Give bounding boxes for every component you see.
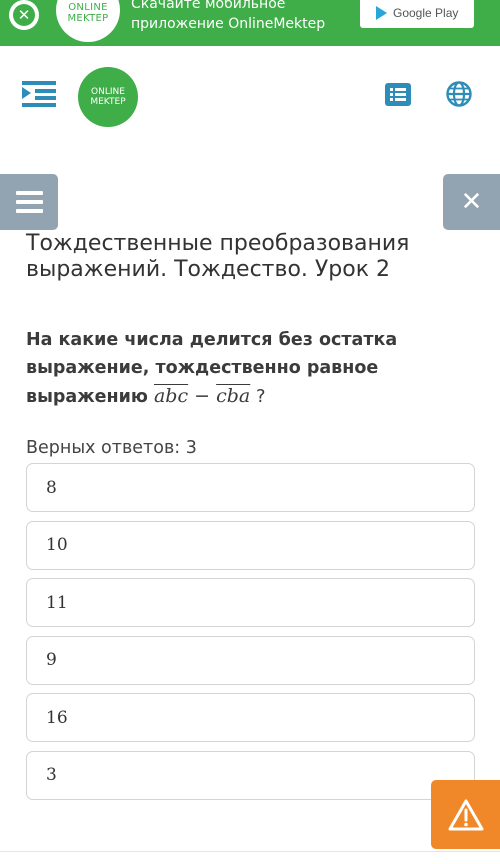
banner-logo-line2: MEKTEP bbox=[67, 13, 109, 24]
banner-logo-line1: ONLINE bbox=[68, 2, 108, 13]
globe-icon[interactable] bbox=[446, 81, 472, 107]
answer-option[interactable]: 9 bbox=[26, 635, 475, 685]
close-icon: ✕ bbox=[460, 187, 483, 217]
banner-text: Скачайте мобильное приложение OnlineMekt… bbox=[131, 0, 325, 34]
google-play-button[interactable]: Google Play bbox=[360, 0, 474, 28]
answer-options: 8 10 11 9 16 3 bbox=[26, 463, 475, 809]
lesson-menu-button[interactable] bbox=[0, 174, 58, 230]
answer-option[interactable]: 3 bbox=[26, 750, 475, 800]
bottom-divider bbox=[0, 851, 500, 852]
banner-text-line2: приложение OnlineMektep bbox=[131, 16, 326, 32]
answer-option-label: 11 bbox=[46, 592, 68, 613]
expr-cba: cba bbox=[216, 385, 251, 407]
answer-option-label: 3 bbox=[46, 765, 57, 786]
answer-option-label: 16 bbox=[46, 707, 68, 728]
list-icon[interactable] bbox=[385, 83, 411, 106]
answer-option-label: 9 bbox=[46, 650, 57, 671]
warning-icon bbox=[448, 799, 483, 830]
site-header: ONLINE MEKTEP bbox=[0, 46, 500, 146]
lesson-title: Тождественные преобразования выражений. … bbox=[26, 231, 410, 282]
answer-option-label: 8 bbox=[46, 477, 57, 498]
close-lesson-button[interactable]: ✕ bbox=[443, 174, 500, 230]
app-download-banner: ✕ ONLINE MEKTEP Скачайте мобильное прило… bbox=[0, 0, 500, 46]
site-logo[interactable]: ONLINE MEKTEP bbox=[78, 67, 138, 127]
question-mark: ? bbox=[250, 386, 266, 407]
answer-option[interactable]: 10 bbox=[26, 520, 475, 570]
banner-text-line1: Скачайте мобильное bbox=[131, 0, 286, 12]
question-expression: abc − cba bbox=[154, 385, 250, 407]
expr-abc: abc bbox=[153, 385, 189, 407]
expr-minus: − bbox=[188, 385, 217, 407]
answer-option[interactable]: 11 bbox=[26, 578, 475, 628]
answer-option[interactable]: 8 bbox=[26, 463, 475, 512]
logo-line2: MEKTEP bbox=[90, 97, 126, 107]
question-text: На какие числа делится без остатка выраж… bbox=[26, 326, 446, 411]
answer-option[interactable]: 16 bbox=[26, 693, 475, 743]
banner-logo: ONLINE MEKTEP bbox=[56, 0, 120, 42]
correct-answers-count: Верных ответов: 3 bbox=[26, 438, 197, 458]
banner-close-button[interactable]: ✕ bbox=[9, 0, 39, 30]
report-problem-button[interactable] bbox=[431, 780, 500, 849]
play-store-icon bbox=[376, 6, 387, 20]
close-circle-icon: ✕ bbox=[13, 4, 35, 26]
google-play-label: Google Play bbox=[393, 6, 459, 20]
logo-line1: ONLINE bbox=[91, 87, 125, 97]
answer-option-label: 10 bbox=[46, 535, 68, 556]
menu-collapse-icon[interactable] bbox=[22, 81, 56, 107]
